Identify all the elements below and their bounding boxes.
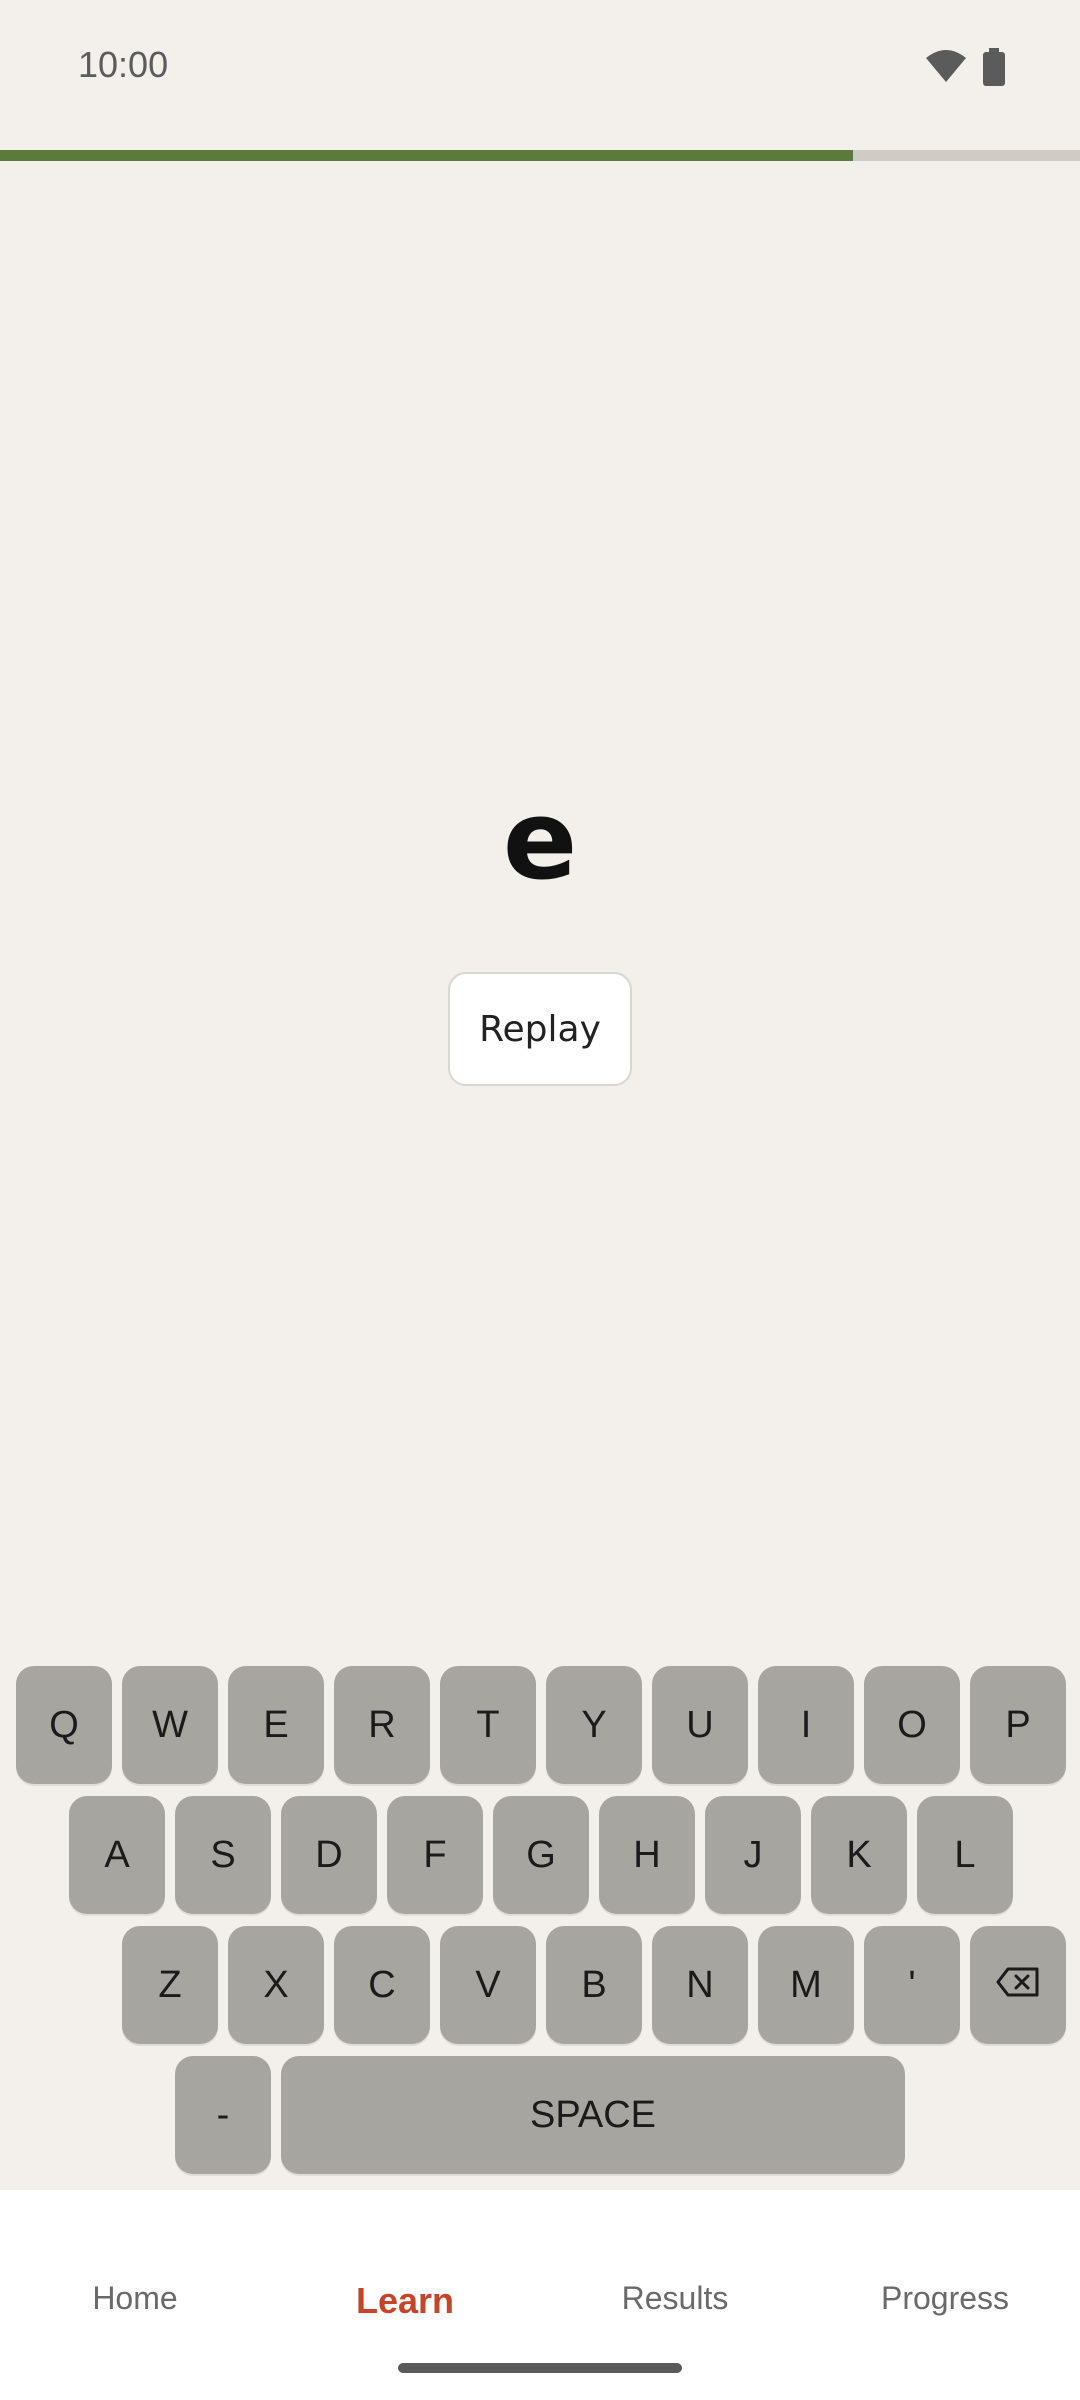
key-n[interactable]: N bbox=[652, 1926, 748, 2044]
key-dash[interactable]: - bbox=[175, 2056, 271, 2174]
nav-results[interactable]: Results bbox=[540, 2280, 810, 2340]
key-y[interactable]: Y bbox=[546, 1666, 642, 1784]
key-p[interactable]: P bbox=[970, 1666, 1066, 1784]
key-u[interactable]: U bbox=[652, 1666, 748, 1784]
key-d[interactable]: D bbox=[281, 1796, 377, 1914]
key-o[interactable]: O bbox=[864, 1666, 960, 1784]
wifi-icon bbox=[926, 50, 966, 87]
nav-learn[interactable]: Learn bbox=[270, 2280, 540, 2340]
key-l[interactable]: L bbox=[917, 1796, 1013, 1914]
space-key[interactable]: SPACE bbox=[281, 2056, 905, 2174]
key-apostrophe[interactable]: ' bbox=[864, 1926, 960, 2044]
key-z[interactable]: Z bbox=[122, 1926, 218, 2044]
key-m[interactable]: M bbox=[758, 1926, 854, 2044]
key-v[interactable]: V bbox=[440, 1926, 536, 2044]
status-clock: 10:00 bbox=[78, 44, 169, 85]
nav-progress[interactable]: Progress bbox=[810, 2280, 1080, 2340]
key-h[interactable]: H bbox=[599, 1796, 695, 1914]
key-x[interactable]: X bbox=[228, 1926, 324, 2044]
backspace-icon bbox=[996, 1964, 1040, 2007]
on-screen-keyboard: Q W E R T Y U I O P A S D F G H J K L Z X C V B N M ' - SPACE bbox=[0, 1660, 1080, 2190]
key-f[interactable]: F bbox=[387, 1796, 483, 1914]
nav-home[interactable]: Home bbox=[0, 2280, 270, 2340]
key-c[interactable]: C bbox=[334, 1926, 430, 2044]
key-s[interactable]: S bbox=[175, 1796, 271, 1914]
key-a[interactable]: A bbox=[69, 1796, 165, 1914]
key-q[interactable]: Q bbox=[16, 1666, 112, 1784]
key-b[interactable]: B bbox=[546, 1926, 642, 2044]
status-bar: 10:00 bbox=[0, 0, 1080, 150]
prompt-letter: e bbox=[502, 776, 578, 904]
key-g[interactable]: G bbox=[493, 1796, 589, 1914]
key-k[interactable]: K bbox=[811, 1796, 907, 1914]
key-i[interactable]: I bbox=[758, 1666, 854, 1784]
key-e[interactable]: E bbox=[228, 1666, 324, 1784]
key-t[interactable]: T bbox=[440, 1666, 536, 1784]
key-j[interactable]: J bbox=[705, 1796, 801, 1914]
home-indicator[interactable] bbox=[398, 2363, 682, 2373]
key-w[interactable]: W bbox=[122, 1666, 218, 1784]
backspace-key[interactable] bbox=[970, 1926, 1066, 2044]
replay-button[interactable]: Replay bbox=[448, 972, 632, 1086]
battery-icon bbox=[983, 48, 1005, 91]
key-r[interactable]: R bbox=[334, 1666, 430, 1784]
lesson-progress-bar bbox=[0, 150, 1080, 161]
lesson-progress-fill bbox=[0, 150, 854, 161]
